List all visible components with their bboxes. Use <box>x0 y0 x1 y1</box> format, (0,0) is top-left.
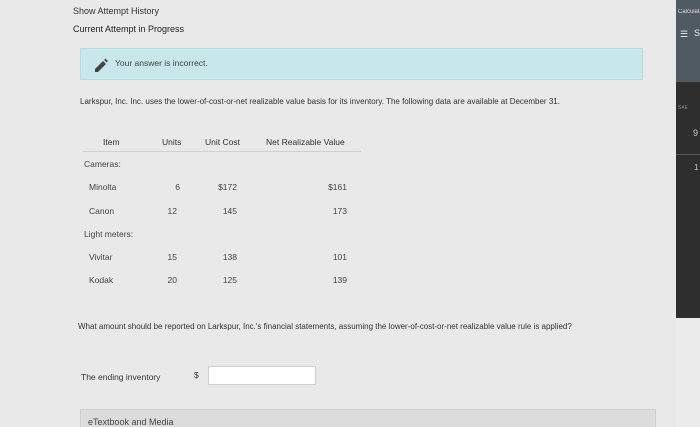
header-nrv: Net Realizable Value <box>266 137 345 147</box>
side-panel-dark <box>676 82 700 322</box>
etextbook-media-label: eTextbook and Media <box>88 417 174 427</box>
side-panel-glyph: 9 <box>693 128 699 138</box>
side-panel-divider <box>676 154 700 155</box>
etextbook-media-section[interactable]: eTextbook and Media <box>80 409 656 427</box>
attempt-status: Current Attempt in Progress <box>73 24 185 34</box>
table-row-nrv: 101 <box>332 252 347 262</box>
header-units: Units <box>162 137 182 147</box>
side-panel-s: S <box>694 28 700 38</box>
table-row-units: 6 <box>175 182 180 192</box>
pencil-icon <box>95 58 108 72</box>
table-row-name: Minolta <box>89 182 117 192</box>
ending-inventory-input[interactable] <box>208 366 316 385</box>
table-row-cost: $172 <box>218 182 237 192</box>
menu-icon[interactable]: ☰ <box>680 29 688 40</box>
assignment-page: Show Attempt History Current Attempt in … <box>0 0 665 427</box>
show-attempt-history-link[interactable]: Show Attempt History <box>73 6 159 16</box>
question-text: Larkspur, Inc. Inc. uses the lower-of-co… <box>80 97 560 106</box>
table-row-cost: 138 <box>222 252 237 262</box>
feedback-banner: Your answer is incorrect. <box>80 48 643 80</box>
currency-symbol: $ <box>194 370 199 380</box>
feedback-message: Your answer is incorrect. <box>115 58 208 68</box>
table-row-name: Vivitar <box>89 252 113 262</box>
table-row-units: 20 <box>167 275 177 285</box>
table-row-nrv: $161 <box>328 182 347 192</box>
category-cameras: Cameras: <box>84 159 121 169</box>
table-row-nrv: 173 <box>332 206 347 216</box>
table-row-cost: 145 <box>222 206 237 216</box>
category-light-meters: Light meters: <box>84 229 134 239</box>
table-row-cost: 125 <box>222 275 237 285</box>
calculator-tab[interactable]: Calculator <box>678 9 700 15</box>
side-panel-small-text: SAE <box>678 105 689 111</box>
inventory-table: Item Units Unit Cost Net Realizable Valu… <box>79 123 642 301</box>
side-panel-glyph: 1 <box>694 163 699 172</box>
header-unit-cost: Unit Cost <box>205 137 240 147</box>
table-row-name: Canon <box>89 206 115 216</box>
ending-inventory-label: The ending inventory <box>81 372 161 382</box>
question-prompt: What amount should be reported on Larksp… <box>78 322 572 331</box>
table-row-nrv: 139 <box>332 275 347 285</box>
side-panel: Calculator ☰ S SAE 9 1 <box>676 0 700 427</box>
side-panel-top: Calculator ☰ S <box>676 0 700 82</box>
table-row-units: 15 <box>167 252 177 262</box>
header-item: Item <box>103 137 120 147</box>
side-panel-bottom <box>676 318 700 427</box>
header-divider <box>83 151 361 152</box>
table-row-name: Kodak <box>89 275 114 285</box>
table-row-units: 12 <box>167 206 177 216</box>
